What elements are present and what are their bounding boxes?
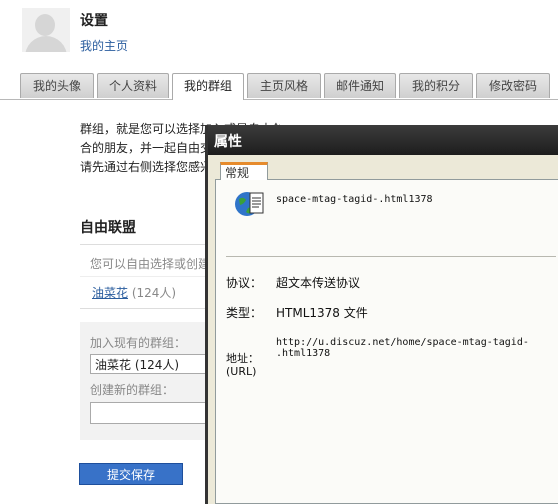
create-group-label: 创建新的群组： <box>90 383 175 397</box>
settings-tabs: 我的头像 个人资料 我的群组 主页风格 邮件通知 我的积分 修改密码 <box>0 73 558 100</box>
tab-general[interactable]: 常规 <box>220 162 268 180</box>
protocol-label: 协议： <box>226 276 263 290</box>
my-homepage-link[interactable]: 我的主页 <box>80 37 128 54</box>
dialog-title: 属性 <box>214 134 242 150</box>
dialog-titlebar[interactable]: 属性 <box>208 125 558 155</box>
address-line-2: .html1378 <box>276 348 331 359</box>
general-panel: space-mtag-tagid-.html1378 协议： 超文本传送协议 类… <box>215 179 558 504</box>
divider <box>80 276 210 277</box>
tab-change-password[interactable]: 修改密码 <box>476 73 550 98</box>
divider <box>80 244 210 245</box>
join-group-select[interactable]: 油菜花 (124人) <box>90 354 208 374</box>
hint-text: 您可以自由选择或创建 <box>90 257 208 271</box>
group-member-count: (124人) <box>131 286 177 300</box>
avatar-body-shape <box>25 36 67 52</box>
tab-profile[interactable]: 个人资料 <box>97 73 169 98</box>
divider <box>80 308 210 309</box>
avatar-head-shape <box>35 14 55 36</box>
tab-credits[interactable]: 我的积分 <box>399 73 473 98</box>
group-item: 油菜花 (124人) <box>92 284 176 301</box>
page-title: 设置 <box>80 13 108 29</box>
tab-avatar[interactable]: 我的头像 <box>20 73 94 98</box>
submit-save-button[interactable]: 提交保存 <box>79 463 183 485</box>
protocol-value: 超文本传送协议 <box>276 276 361 290</box>
html-document-icon <box>234 188 266 220</box>
create-group-input[interactable] <box>90 402 208 424</box>
tab-email-notify[interactable]: 邮件通知 <box>324 73 396 98</box>
join-group-label: 加入现有的群组： <box>90 336 187 350</box>
address-line-1: http://u.discuz.net/home/space-mtag-tagi… <box>276 337 529 348</box>
divider <box>226 256 556 257</box>
type-label: 类型： <box>226 306 263 320</box>
properties-dialog: 属性 常规 space-mtag-tagid-.html1378 协议： 超文本… <box>205 125 558 504</box>
address-value: http://u.discuz.net/home/space-mtag-tagi… <box>276 337 529 359</box>
address-label-cn: 地址： <box>226 352 259 365</box>
tab-my-groups[interactable]: 我的群组 <box>172 73 244 100</box>
avatar[interactable] <box>22 8 70 52</box>
type-value: HTML1378 文件 <box>276 306 368 320</box>
file-name: space-mtag-tagid-.html1378 <box>276 194 433 205</box>
group-name-link[interactable]: 油菜花 <box>92 286 128 300</box>
address-label-en: (URL) <box>226 365 257 378</box>
section-title: 自由联盟 <box>80 220 136 236</box>
tab-theme[interactable]: 主页风格 <box>247 73 321 98</box>
address-label: 地址： (URL) <box>226 352 259 378</box>
